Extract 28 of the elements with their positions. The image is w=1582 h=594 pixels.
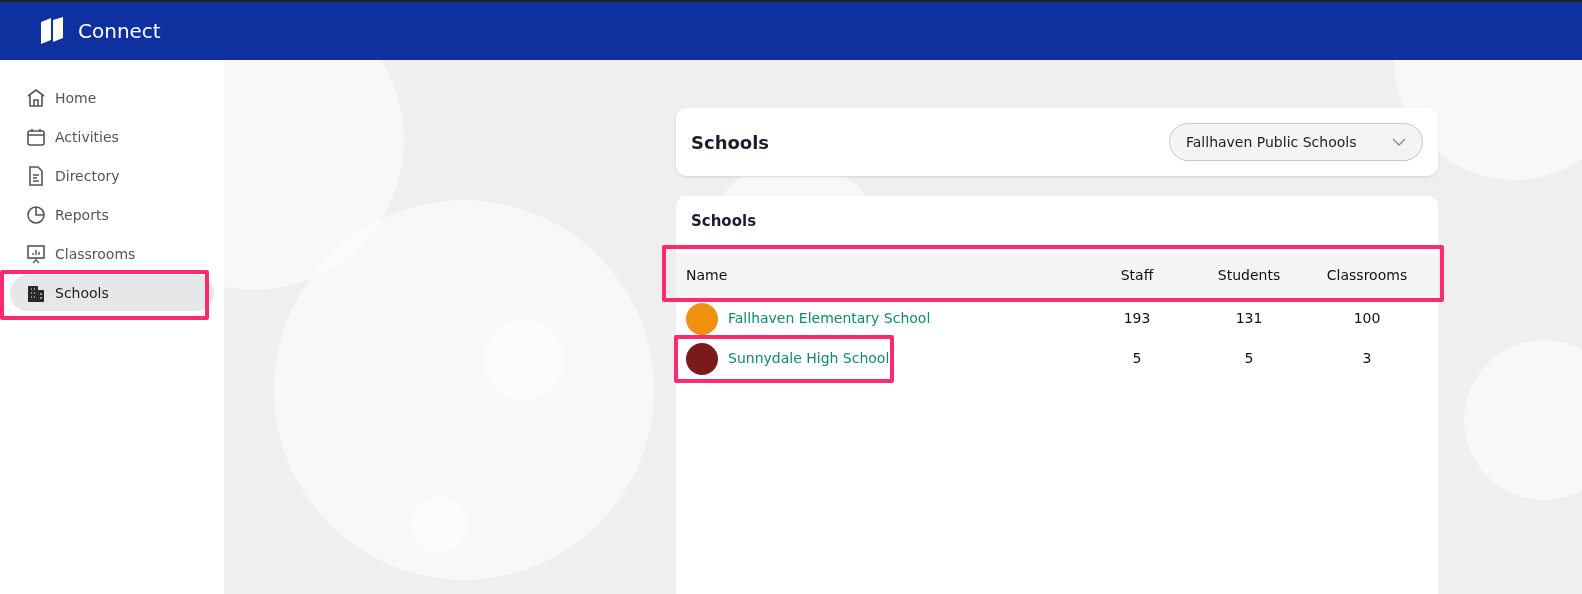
sidebar-item[interactable]: Reports (10, 197, 214, 233)
app-title: Connect (78, 18, 161, 45)
table-title: Schools (690, 211, 758, 232)
table-cell-text: 5 (1244, 349, 1254, 368)
school-link[interactable]: Sunnydale High School (728, 348, 890, 369)
column-header: Name (686, 266, 729, 285)
chevron-down-icon (1392, 138, 1406, 146)
book-logo-icon (38, 16, 66, 46)
district-select[interactable]: Fallhaven Public Schools (1169, 123, 1423, 161)
sidebar-item[interactable]: Directory (10, 158, 214, 194)
sidebar-item[interactable]: Schools (10, 275, 214, 311)
table-cell-text: 131 (1235, 309, 1263, 328)
table-cell-text: 5 (1132, 349, 1142, 368)
column-header: Classrooms (1326, 266, 1408, 285)
pie-chart-icon (25, 204, 47, 226)
calendar-icon (25, 126, 47, 148)
page-title: Schools (691, 130, 770, 155)
school-link[interactable]: Fallhaven Elementary School (728, 308, 931, 329)
table-cell-text: 3 (1362, 349, 1372, 368)
table-cell-text: 193 (1123, 309, 1151, 328)
column-header: Students (1217, 266, 1281, 285)
column-header: Staff (1120, 266, 1154, 285)
sidebar-item[interactable]: Activities (10, 119, 214, 155)
sidebar-item[interactable]: Classrooms (10, 236, 214, 272)
home-icon (25, 87, 47, 109)
sidebar-item[interactable]: Home (10, 80, 214, 116)
table-cell-text: 100 (1353, 309, 1381, 328)
presentation-board-icon (25, 243, 47, 265)
